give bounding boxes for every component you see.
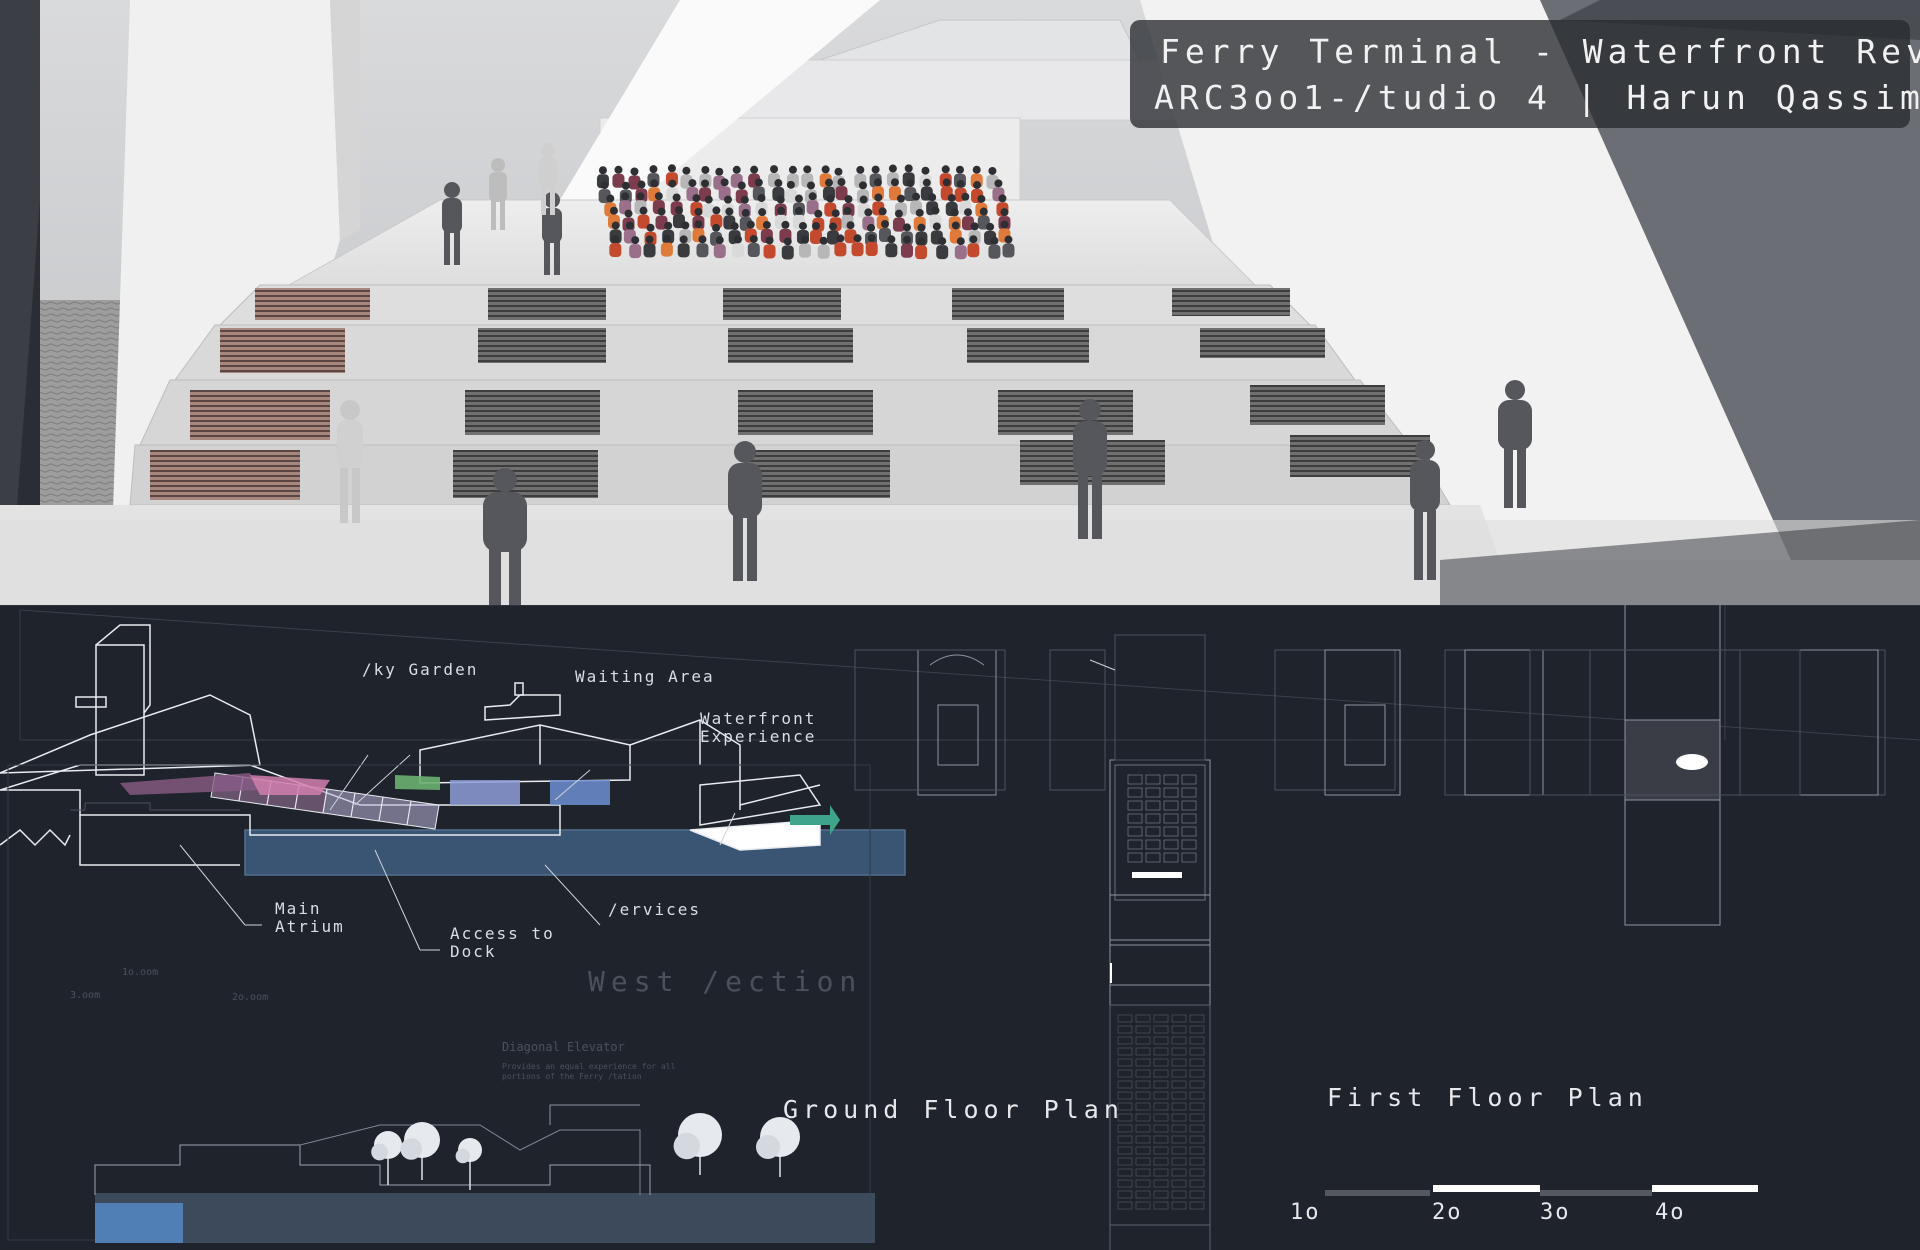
title-card: Ferry Terminal - Waterfront Revial ARC3o… bbox=[1130, 20, 1920, 128]
label-access-to-dock: Access to Dock bbox=[450, 924, 555, 961]
scale-tick-10: 1o bbox=[1290, 1200, 1321, 1225]
ground-floor-plan-title: Ground Floor Plan bbox=[783, 1095, 1124, 1124]
height-label-10m: 1o.oom bbox=[122, 967, 159, 978]
elevator-note-title: Diagonal Elevator bbox=[502, 1040, 625, 1054]
course-and-author: ARC3oo1-/tudio 4 | Harun Qassim bbox=[1154, 78, 1920, 117]
label-sky-garden: /ky Garden bbox=[362, 660, 479, 679]
elevator-note-body: Provides an equal experience for all por… bbox=[502, 1062, 676, 1081]
west-section-title: West /ection bbox=[588, 965, 863, 998]
scale-tick-20: 2o bbox=[1432, 1200, 1463, 1225]
label-waiting-area: Waiting Area bbox=[575, 667, 715, 686]
label-services: /ervices bbox=[608, 900, 702, 919]
project-title: Ferry Terminal - Waterfront Revial bbox=[1160, 32, 1920, 71]
ground-floor-plan bbox=[854, 634, 1401, 1250]
label-main-atrium: Main Atrium bbox=[275, 899, 345, 936]
height-label-20m: 2o.oom bbox=[232, 992, 269, 1003]
scale-tick-30: 3o bbox=[1540, 1200, 1571, 1225]
scale-tick-40: 4o bbox=[1655, 1200, 1686, 1225]
scale-bar bbox=[1325, 1185, 1758, 1196]
perspective-render: Ferry Terminal - Waterfront Revial ARC3o… bbox=[0, 0, 1920, 605]
first-floor-plan bbox=[1444, 605, 1886, 926]
first-floor-plan-title: First Floor Plan bbox=[1327, 1083, 1648, 1112]
height-label-3m: 3.oom bbox=[70, 990, 101, 1001]
label-waterfront-experience: Waterfront Experience bbox=[700, 709, 817, 746]
drawing-board: /ky Garden Waiting Area Waterfront Exper… bbox=[0, 605, 1920, 1250]
